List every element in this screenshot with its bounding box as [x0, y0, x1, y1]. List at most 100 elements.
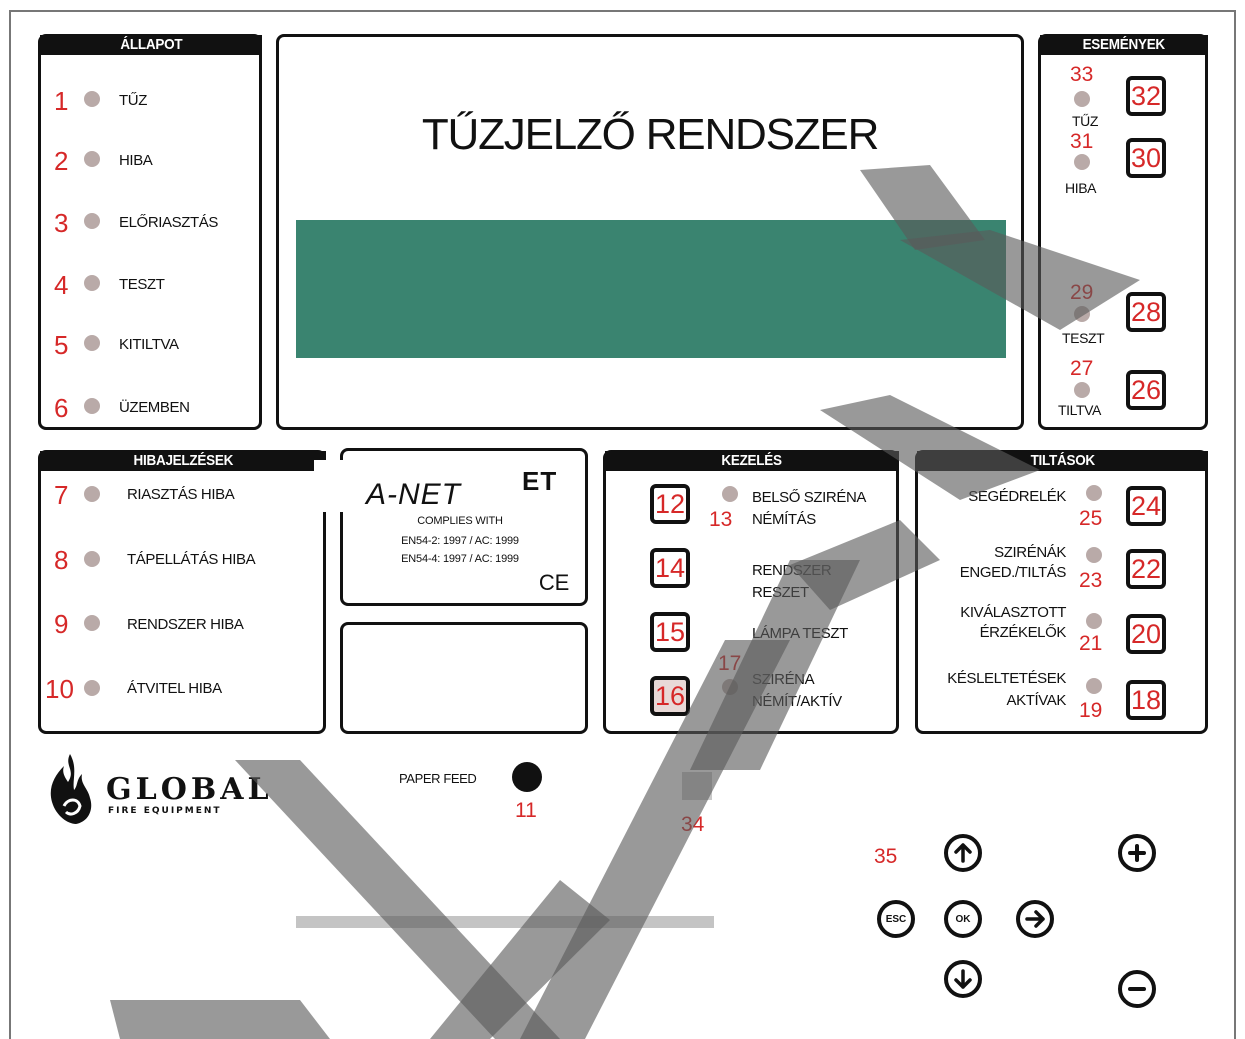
status-num: 3 — [54, 208, 69, 238]
lamp-test-key[interactable]: 15 — [650, 612, 690, 652]
printer-num: 34 — [681, 813, 705, 836]
selected-detectors-led — [1086, 613, 1102, 629]
fault-event-led — [1074, 154, 1090, 170]
event-label: TILTVA — [1058, 402, 1101, 418]
kezeles-header: KEZELÉS — [605, 451, 899, 471]
plus-icon — [1128, 844, 1146, 862]
tiltas-label: KIVÁLASZTOTT — [960, 604, 1066, 621]
internal-siren-led — [722, 486, 738, 502]
status-num: 6 — [54, 393, 69, 423]
tiltas-label: SZIRÉNÁK — [994, 544, 1066, 561]
disabled-event-key[interactable]: 26 — [1126, 370, 1166, 410]
paper-feed-label: PAPER FEED — [399, 771, 477, 786]
paper-slot — [296, 916, 714, 928]
transmission-fault-led — [84, 680, 100, 696]
siren-led — [722, 679, 738, 695]
disabled-event-led — [1074, 382, 1090, 398]
right-arrow-button[interactable] — [1016, 900, 1054, 938]
cert-line2: EN54-2: 1997 / AC: 1999 — [401, 535, 519, 547]
minus-icon — [1128, 987, 1146, 991]
event-label: HIBA — [1065, 180, 1097, 196]
tiltas-label: KÉSLELTETÉSEK — [947, 670, 1066, 687]
ok-button[interactable]: OK — [944, 900, 982, 938]
printer-indicator — [682, 772, 712, 800]
status-num: 1 — [54, 86, 69, 116]
fault-label: TÁPELLÁTÁS HIBA — [127, 551, 256, 568]
plus-button[interactable] — [1118, 834, 1156, 872]
esemenyek-panel: ESEMÉNYEK — [1038, 34, 1208, 430]
event-led-num: 27 — [1070, 357, 1094, 380]
test-status-led — [84, 275, 100, 291]
status-label: ÜZEMBEN — [119, 399, 190, 416]
fault-label: RIASZTÁS HIBA — [127, 486, 235, 503]
silence-internal-siren-key[interactable]: 12 — [650, 484, 690, 524]
kezeles-led-num: 17 — [718, 652, 742, 675]
paper-feed-num: 11 — [515, 799, 537, 822]
siren-silence-activate-key[interactable]: 16 — [650, 676, 690, 716]
ok-label: OK — [955, 913, 971, 925]
fault-label: RENDSZER HIBA — [127, 616, 244, 633]
aux-relay-led — [1086, 485, 1102, 501]
arrow-up-icon — [954, 843, 972, 863]
operating-status-led — [84, 398, 100, 414]
delays-active-led — [1086, 678, 1102, 694]
status-num: 4 — [54, 270, 69, 300]
status-num: 2 — [54, 146, 69, 176]
fault-num: 10 — [45, 674, 74, 704]
esemenyek-header: ESEMÉNYEK — [1040, 35, 1208, 55]
event-label: TŰZ — [1072, 113, 1099, 129]
down-arrow-button[interactable] — [944, 960, 982, 998]
kezeles-label: SZIRÉNA — [752, 671, 815, 688]
fault-status-led — [84, 151, 100, 167]
tiltasok-header: TILTÁSOK — [917, 451, 1208, 471]
selected-detectors-key[interactable]: 20 — [1126, 614, 1166, 654]
paper-feed-button[interactable] — [512, 762, 542, 792]
allapot-header: ÁLLAPOT — [40, 35, 262, 55]
kezeles-label: RESZET — [752, 584, 809, 601]
status-label: HIBA — [119, 152, 153, 169]
event-led-num: 31 — [1070, 130, 1094, 153]
fault-num: 8 — [54, 545, 69, 575]
fire-event-key[interactable]: 32 — [1126, 76, 1166, 116]
cert-line1: COMPLIES WITH — [417, 515, 503, 527]
up-arrow-button[interactable] — [944, 834, 982, 872]
status-num: 5 — [54, 330, 69, 360]
aux-relay-key[interactable]: 24 — [1126, 486, 1166, 526]
test-event-key[interactable]: 28 — [1126, 292, 1166, 332]
delays-active-key[interactable]: 18 — [1126, 680, 1166, 720]
kezeles-label: NÉMÍT/AKTÍV — [752, 693, 842, 710]
event-led-num: 29 — [1070, 281, 1094, 304]
kezeles-label: LÁMPA TESZT — [752, 625, 848, 642]
allapot-panel: ÁLLAPOT — [38, 34, 262, 430]
arrow-down-icon — [954, 969, 972, 989]
sirens-enable-key[interactable]: 22 — [1126, 549, 1166, 589]
status-label: TESZT — [119, 276, 165, 293]
tiltas-label: SEGÉDRELÉK — [968, 488, 1066, 505]
cert-brand-tail: ET — [522, 466, 558, 496]
minus-button[interactable] — [1118, 970, 1156, 1008]
logo-sub: FIRE EQUIPMENT — [108, 806, 222, 816]
system-fault-led — [84, 615, 100, 631]
alarm-fault-led — [84, 486, 100, 502]
kezeles-label: NÉMÍTÁS — [752, 511, 816, 528]
sirens-enable-led — [1086, 547, 1102, 563]
esc-button[interactable]: ESC — [877, 900, 915, 938]
tiltas-label: AKTÍVAK — [1006, 692, 1067, 709]
fault-label: ÁTVITEL HIBA — [127, 680, 222, 697]
system-reset-key[interactable]: 14 — [650, 548, 690, 588]
kezeles-label: RENDSZER — [752, 562, 832, 579]
fault-num: 9 — [54, 609, 69, 639]
tiltas-led-num: 23 — [1079, 569, 1103, 592]
tiltas-led-num: 19 — [1079, 699, 1103, 722]
prealarm-status-led — [84, 213, 100, 229]
tiltas-led-num: 21 — [1079, 632, 1103, 655]
test-event-led — [1074, 306, 1090, 322]
fault-event-key[interactable]: 30 — [1126, 138, 1166, 178]
status-label: KITILTVA — [119, 336, 179, 353]
status-label: ELŐRIASZTÁS — [119, 214, 218, 231]
cert-line3: EN54-4: 1997 / AC: 1999 — [401, 553, 519, 565]
fault-num: 7 — [54, 480, 69, 510]
kezeles-led-num: 13 — [709, 508, 733, 531]
event-label: TESZT — [1062, 330, 1105, 346]
status-label: TŰZ — [119, 92, 147, 109]
